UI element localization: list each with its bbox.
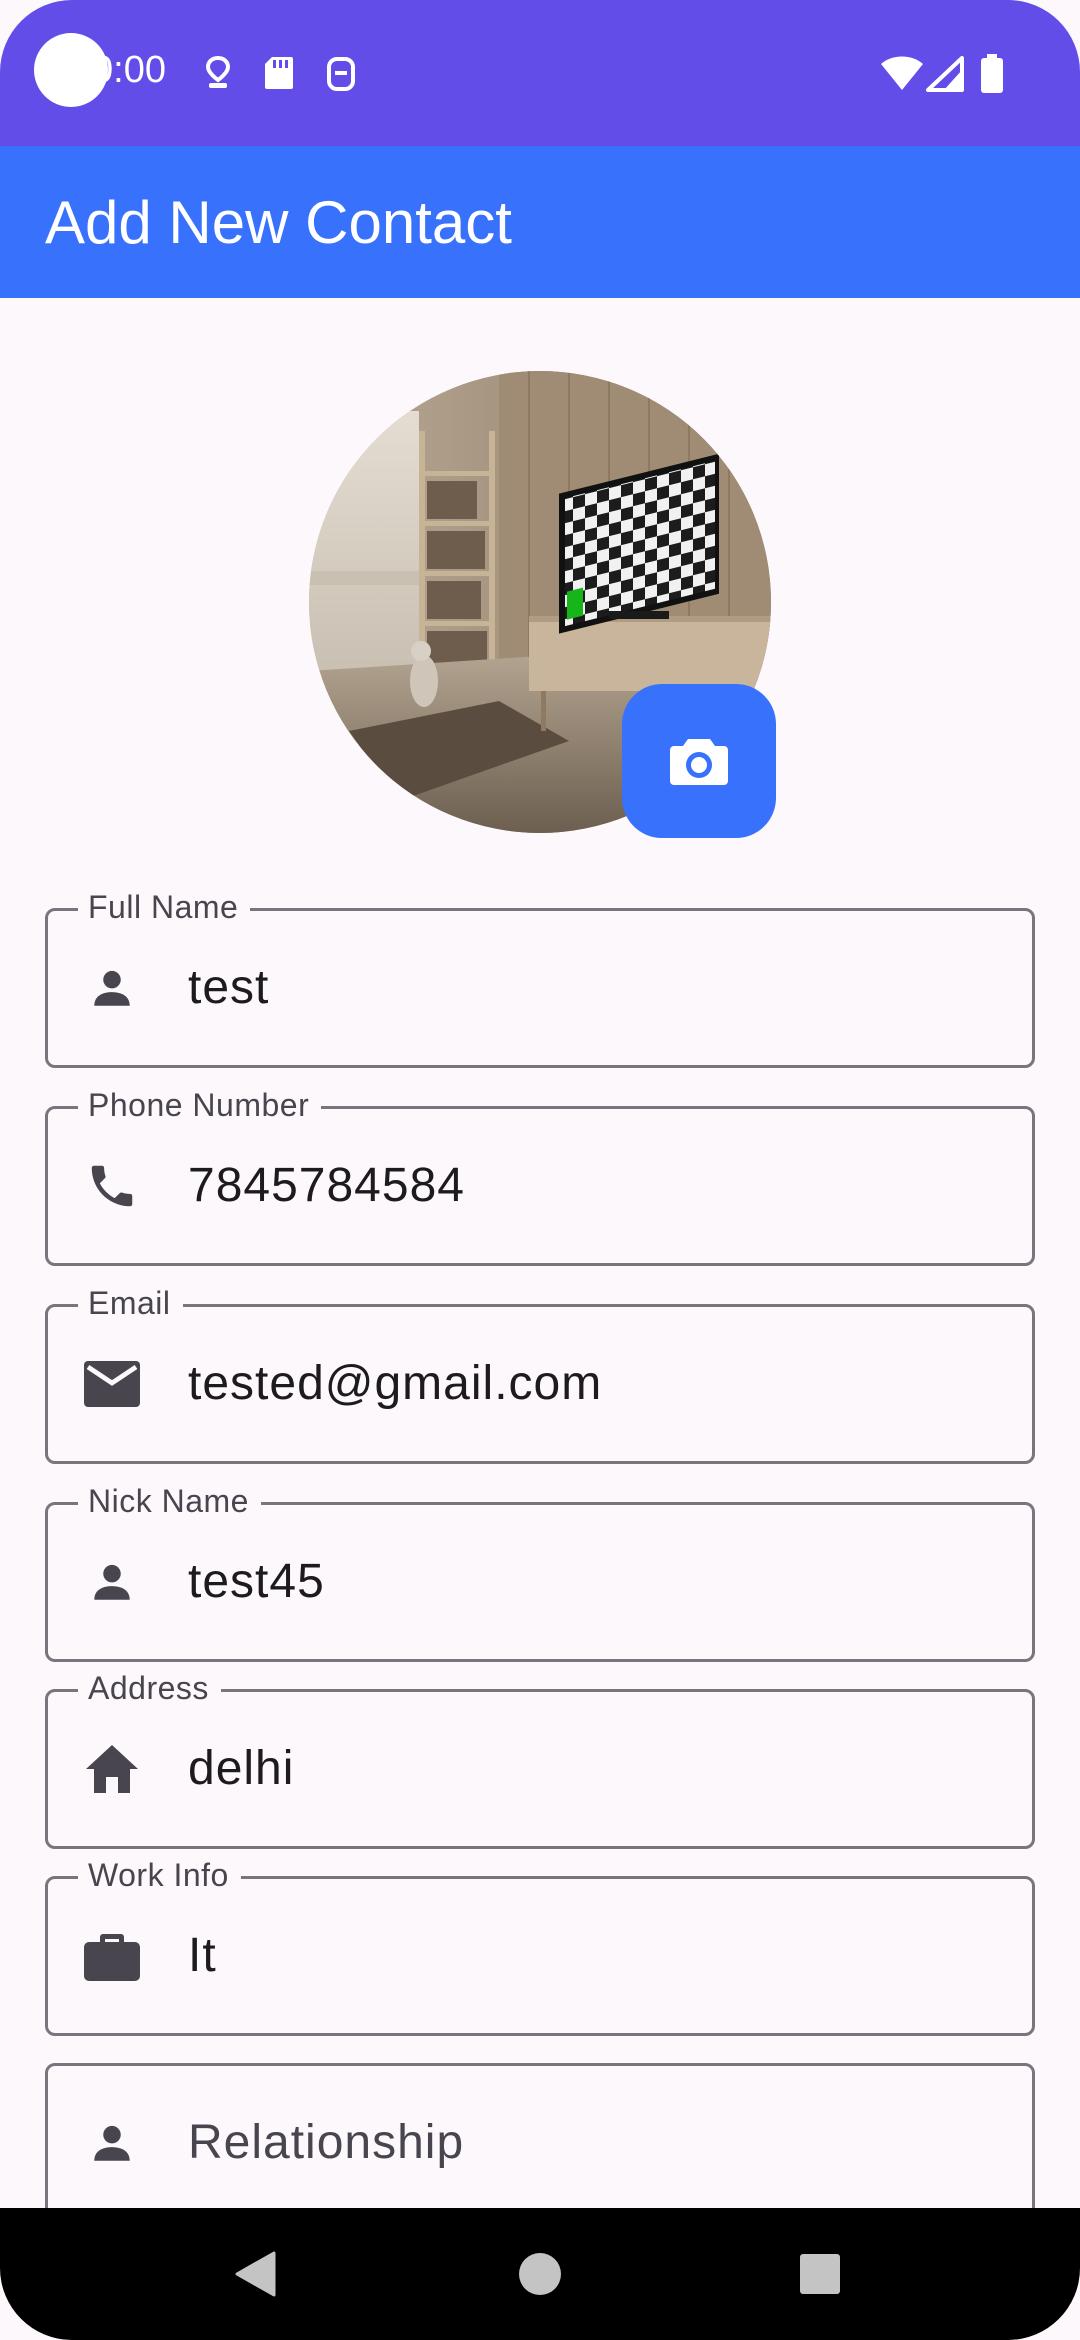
relationship-field[interactable]: Relationship <box>45 2063 1035 2223</box>
sd-card-icon <box>264 56 294 95</box>
nick-name-input[interactable]: test45 <box>188 1554 325 1610</box>
work-info-input[interactable]: It <box>188 1928 217 1984</box>
email-field[interactable]: Email tested@gmail.com <box>45 1285 1035 1464</box>
cellular-signal-icon <box>926 56 964 97</box>
email-icon <box>82 1354 142 1414</box>
phone-icon <box>82 1156 142 1216</box>
work-info-label: Work Info <box>78 1857 241 1893</box>
phone-number-input[interactable]: 7845784584 <box>188 1158 465 1214</box>
change-photo-button[interactable] <box>622 684 776 838</box>
full-name-field[interactable]: Full Name test <box>45 889 1035 1068</box>
full-name-input[interactable]: test <box>188 960 269 1016</box>
recents-square-icon[interactable] <box>799 2253 841 2300</box>
address-input[interactable]: delhi <box>188 1741 294 1797</box>
phone-number-field[interactable]: Phone Number 7845784584 <box>45 1087 1035 1266</box>
address-field[interactable]: Address delhi <box>45 1670 1035 1849</box>
page-title: Add New Contact <box>45 189 512 256</box>
nick-name-label: Nick Name <box>78 1483 261 1519</box>
nick-name-field[interactable]: Nick Name test45 <box>45 1483 1035 1662</box>
email-label: Email <box>78 1285 183 1321</box>
person-icon <box>82 958 142 1018</box>
email-input[interactable]: tested@gmail.com <box>188 1356 602 1412</box>
camera-icon <box>670 739 728 785</box>
system-navigation-bar <box>0 2208 1080 2340</box>
app-bar: Add New Contact <box>0 146 1080 298</box>
briefcase-icon <box>82 1926 142 1986</box>
back-triangle-icon[interactable] <box>234 2251 276 2302</box>
full-name-label: Full Name <box>78 889 251 925</box>
work-info-field[interactable]: Work Info It <box>45 1857 1035 2036</box>
person-icon <box>82 1552 142 1612</box>
location-icon <box>204 55 232 95</box>
home-icon <box>82 1739 142 1799</box>
app-screen: 0:00 Add New Contact Full Name test Phon… <box>0 0 1080 2340</box>
status-bar: 0:00 <box>0 0 1080 146</box>
camera-cutout <box>34 33 108 107</box>
shield-icon <box>326 56 356 97</box>
relationship-placeholder[interactable]: Relationship <box>188 2115 464 2171</box>
wifi-icon <box>880 54 924 97</box>
home-circle-icon[interactable] <box>518 2252 562 2301</box>
phone-number-label: Phone Number <box>78 1087 322 1123</box>
battery-icon <box>980 54 1004 99</box>
address-label: Address <box>78 1670 221 1706</box>
person-icon <box>82 2113 142 2173</box>
